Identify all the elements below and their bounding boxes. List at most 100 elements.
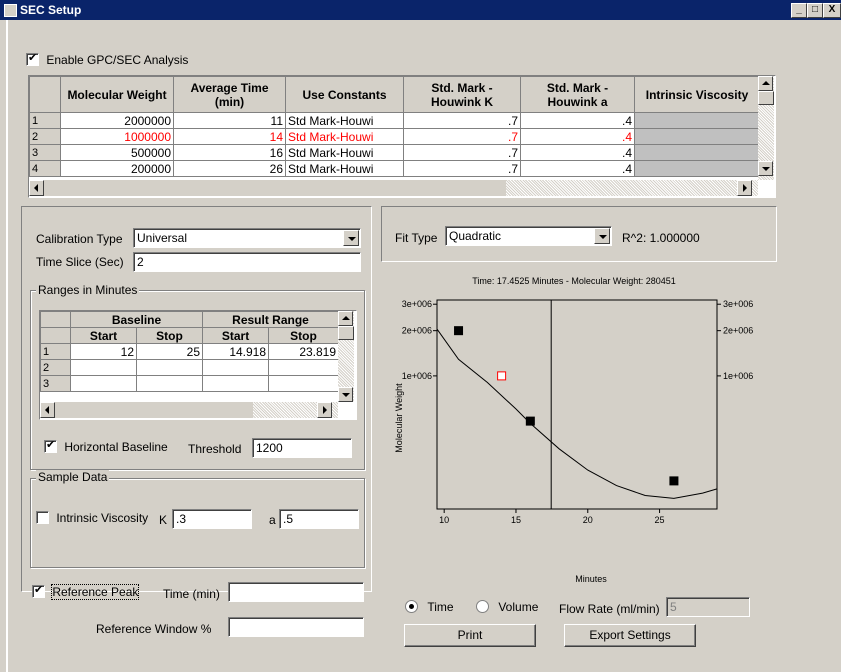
- cell-b_stop[interactable]: [135, 359, 204, 376]
- cell-k[interactable]: .7: [403, 144, 521, 161]
- table-row[interactable]: 3 500000 16 Std Mark-Houwi .7.4: [29, 144, 760, 161]
- cell-mw[interactable]: 200000: [60, 160, 174, 177]
- cell-iv[interactable]: [634, 144, 760, 161]
- cell-r_start[interactable]: [202, 375, 270, 392]
- row-number[interactable]: 3: [29, 144, 61, 161]
- table-row[interactable]: 3: [40, 375, 340, 392]
- scroll-up-icon[interactable]: [338, 311, 353, 326]
- cell-k[interactable]: .7: [403, 160, 521, 177]
- col-header-time[interactable]: Average Time (min): [173, 76, 286, 113]
- cell-mw[interactable]: 2000000: [60, 112, 174, 129]
- volume-radio[interactable]: Volume: [476, 600, 538, 614]
- calibration-table[interactable]: Molecular Weight Average Time (min) Use …: [28, 75, 776, 198]
- scroll-right-icon[interactable]: [737, 180, 752, 196]
- print-button[interactable]: Print: [404, 624, 536, 647]
- cell-r_start[interactable]: 14.918: [202, 343, 270, 360]
- row-number[interactable]: 2: [40, 359, 71, 376]
- table-row[interactable]: 2: [40, 359, 340, 376]
- scroll-down-icon[interactable]: [338, 387, 353, 402]
- cell-a[interactable]: .4: [520, 160, 635, 177]
- cell-a[interactable]: .4: [520, 128, 635, 145]
- maximize-button[interactable]: □: [807, 3, 823, 18]
- chevron-down-icon[interactable]: [343, 230, 359, 246]
- col-header-constants[interactable]: Use Constants: [285, 76, 404, 113]
- fit-type-select[interactable]: Quadratic: [445, 226, 612, 246]
- checkbox-icon[interactable]: [36, 511, 49, 524]
- row-number[interactable]: 4: [29, 160, 61, 177]
- scroll-thumb[interactable]: [758, 91, 774, 105]
- scroll-right-icon[interactable]: [317, 402, 332, 418]
- row-number[interactable]: 1: [40, 343, 71, 360]
- ranges-table[interactable]: Baseline Result Range Start Stop Start S…: [39, 310, 357, 420]
- col-header-a[interactable]: Std. Mark - Houwink a: [520, 76, 635, 113]
- ranges-hscrollbar[interactable]: [40, 402, 338, 418]
- cell-iv[interactable]: [634, 112, 760, 129]
- checkbox-icon[interactable]: [26, 51, 39, 66]
- cell-const[interactable]: Std Mark-Houwi: [285, 144, 404, 161]
- calibration-type-select[interactable]: Universal: [133, 228, 361, 248]
- reference-peak-checkbox[interactable]: Reference Peak: [32, 583, 140, 600]
- scroll-down-icon[interactable]: [758, 161, 773, 176]
- cell-r_start[interactable]: [202, 359, 270, 376]
- calibration-chart[interactable]: Time: 17.4525 Minutes - Molecular Weight…: [381, 268, 781, 590]
- ranges-vscrollbar[interactable]: [338, 311, 354, 402]
- col-header-k[interactable]: Std. Mark - Houwink K: [403, 76, 521, 113]
- cell-time[interactable]: 26: [173, 160, 286, 177]
- table-row[interactable]: 1 2000000 11 Std Mark-Houwi .7.4: [29, 112, 760, 129]
- cell-r_stop[interactable]: [268, 359, 340, 376]
- table-row[interactable]: 4 200000 26 Std Mark-Houwi .7.4: [29, 160, 760, 177]
- result-stop-header[interactable]: Stop: [268, 327, 340, 344]
- table-row[interactable]: 1 12 25 14.918 23.819: [40, 343, 340, 360]
- time-slice-input[interactable]: 2: [133, 252, 361, 272]
- checkbox-icon[interactable]: [32, 583, 45, 598]
- cell-b_stop[interactable]: [135, 375, 204, 392]
- cell-k[interactable]: .7: [403, 128, 521, 145]
- baseline-stop-header[interactable]: Stop: [135, 327, 204, 344]
- cell-b_start[interactable]: [70, 359, 137, 376]
- cell-const[interactable]: Std Mark-Houwi: [285, 128, 404, 145]
- radio-icon[interactable]: [405, 600, 418, 613]
- cell-mw[interactable]: 500000: [60, 144, 174, 161]
- cell-time[interactable]: 11: [173, 112, 286, 129]
- cell-const[interactable]: Std Mark-Houwi: [285, 112, 404, 129]
- cell-r_stop[interactable]: [268, 375, 340, 392]
- close-button[interactable]: X: [823, 3, 841, 18]
- chevron-down-icon[interactable]: [594, 228, 610, 244]
- row-number[interactable]: 3: [40, 375, 71, 392]
- cell-r_stop[interactable]: 23.819: [268, 343, 340, 360]
- row-number[interactable]: 1: [29, 112, 61, 129]
- baseline-start-header[interactable]: Start: [70, 327, 137, 344]
- minimize-button[interactable]: _: [791, 3, 807, 18]
- cell-b_stop[interactable]: 25: [135, 343, 204, 360]
- k-input[interactable]: .3: [172, 509, 252, 529]
- cell-mw[interactable]: 1000000: [60, 128, 174, 145]
- threshold-input[interactable]: 1200: [252, 438, 352, 458]
- reference-time-input[interactable]: [228, 582, 364, 602]
- intrinsic-viscosity-checkbox[interactable]: Intrinsic Viscosity: [36, 511, 148, 525]
- horizontal-baseline-checkbox[interactable]: Horizontal Baseline: [44, 438, 168, 454]
- flow-rate-input[interactable]: 5: [666, 597, 750, 617]
- time-radio[interactable]: Time: [405, 600, 454, 614]
- table-row[interactable]: 2 1000000 14 Std Mark-Houwi .7.4: [29, 128, 760, 145]
- cell-b_start[interactable]: 12: [70, 343, 137, 360]
- radio-icon[interactable]: [476, 600, 489, 613]
- cell-iv[interactable]: [634, 128, 760, 145]
- cell-iv[interactable]: [634, 160, 760, 177]
- checkbox-icon[interactable]: [44, 438, 57, 453]
- reference-window-input[interactable]: [228, 617, 364, 637]
- col-header-iv[interactable]: Intrinsic Viscosity: [634, 76, 760, 113]
- cell-a[interactable]: .4: [520, 112, 635, 129]
- scroll-up-icon[interactable]: [758, 76, 773, 91]
- table-vscrollbar[interactable]: [758, 76, 774, 180]
- a-input[interactable]: .5: [279, 509, 359, 529]
- cell-time[interactable]: 14: [173, 128, 286, 145]
- col-header-mw[interactable]: Molecular Weight: [60, 76, 174, 113]
- cell-b_start[interactable]: [70, 375, 137, 392]
- result-start-header[interactable]: Start: [202, 327, 270, 344]
- cell-a[interactable]: .4: [520, 144, 635, 161]
- row-number[interactable]: 2: [29, 128, 61, 145]
- export-settings-button[interactable]: Export Settings: [564, 624, 696, 647]
- scroll-left-icon[interactable]: [40, 402, 55, 418]
- cell-const[interactable]: Std Mark-Houwi: [285, 160, 404, 177]
- cell-time[interactable]: 16: [173, 144, 286, 161]
